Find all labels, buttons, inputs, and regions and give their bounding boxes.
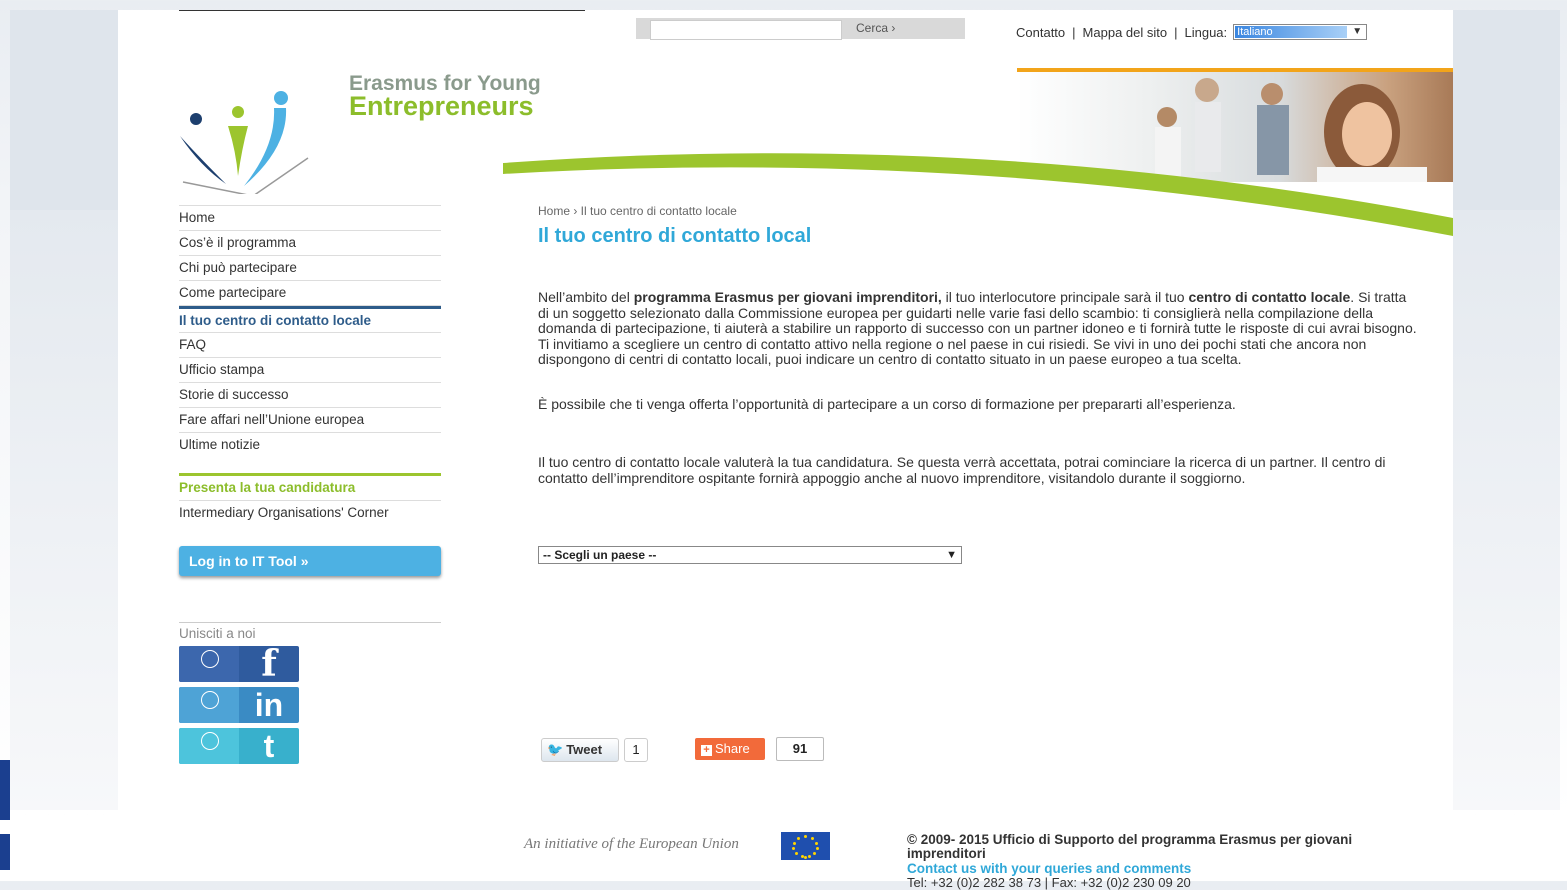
- nav-item-come-partecipare[interactable]: Come partecipare: [179, 281, 441, 306]
- login-it-tool-button[interactable]: Log in to IT Tool »: [179, 546, 441, 576]
- twitter-icon: t: [263, 728, 275, 764]
- twitter-bird-icon: 🐦: [547, 742, 564, 757]
- nav-item-faq[interactable]: FAQ: [179, 333, 441, 358]
- join-us-label: Unisciti a noi: [179, 622, 441, 641]
- share-count: 91: [776, 737, 824, 761]
- footer-contact-link[interactable]: Contact us with your queries and comment…: [907, 861, 1191, 876]
- breadcrumb[interactable]: Home › Il tuo centro di contatto locale: [538, 204, 737, 218]
- plus-icon: +: [701, 745, 712, 756]
- training-paragraph: È possibile che ti venga offerta l’oppor…: [538, 396, 1236, 412]
- edge-logo-fragment: [0, 760, 10, 870]
- chevron-down-icon: ▼: [1352, 26, 1363, 37]
- top-links: Contatto | Mappa del sito | Lingua: Italiano ▼: [1016, 21, 1368, 40]
- eye-logo-icon: [179, 646, 239, 682]
- eu-initiative-text: An initiative of the European Union: [524, 836, 739, 852]
- search-input[interactable]: [650, 20, 842, 40]
- nav-item-ufficio-stampa[interactable]: Ufficio stampa: [179, 358, 441, 383]
- linkedin-button[interactable]: in: [179, 687, 299, 723]
- evaluation-paragraph: Il tuo centro di contatto locale valuter…: [538, 454, 1386, 486]
- nav-item-storie[interactable]: Storie di successo: [179, 383, 441, 408]
- logo-figures-icon[interactable]: [178, 86, 318, 194]
- eye-logo-icon: [179, 687, 239, 723]
- contact-link[interactable]: Contatto: [1016, 25, 1065, 40]
- nav-item-notizie[interactable]: Ultime notizie: [179, 433, 441, 457]
- sitemap-link[interactable]: Mappa del sito: [1083, 25, 1168, 40]
- nav-item-chi-puo[interactable]: Chi può partecipare: [179, 256, 441, 281]
- search-bar: Cerca ›: [636, 18, 965, 40]
- intermediary-corner-link[interactable]: Intermediary Organisations' Corner: [179, 501, 441, 525]
- language-label: Lingua:: [1184, 25, 1228, 40]
- country-select[interactable]: -- Scegli un paese -- ▼: [538, 546, 962, 564]
- facebook-button[interactable]: f: [179, 646, 299, 682]
- tweet-count: 1: [624, 738, 648, 762]
- nav-item-home[interactable]: Home: [179, 205, 441, 231]
- share-button[interactable]: + Share: [695, 738, 765, 760]
- chevron-down-icon: ▼: [946, 549, 957, 561]
- page-title: Il tuo centro di contatto local: [538, 225, 812, 247]
- linkedin-icon: in: [254, 687, 284, 723]
- footer-copyright: © 2009- 2015 Ufficio di Supporto del pro…: [907, 832, 1353, 861]
- footer-tel: Tel: +32 (0)2 282 38 73 | Fax: +32 (0)2 …: [907, 875, 1191, 890]
- page: Cerca › Contatto | Mappa del sito | Lingua: I…: [118, 10, 1453, 890]
- main-content: Home › Il tuo centro di contatto locale …: [504, 166, 1453, 786]
- facebook-icon: f: [261, 646, 277, 682]
- nav-item-centro-contatto[interactable]: Il tuo centro di contatto locale: [179, 306, 441, 333]
- apply-link[interactable]: Presenta la tua candidatura: [179, 476, 441, 501]
- language-select[interactable]: Italiano ▼: [1233, 24, 1368, 40]
- tweet-button[interactable]: 🐦 Tweet: [541, 738, 619, 762]
- apply-section: Presenta la tua candidatura Intermediary…: [179, 473, 441, 525]
- search-button[interactable]: Cerca ›: [856, 21, 895, 35]
- nav-item-programma[interactable]: Cos’è il programma: [179, 231, 441, 256]
- intro-paragraph: Nell’ambito del programma Erasmus per gi…: [538, 289, 1417, 367]
- nav-item-fare-affari[interactable]: Fare affari nell’Unione europea: [179, 408, 441, 433]
- eu-flag-icon: [781, 832, 830, 860]
- sidebar-nav: Home Cos’è il programma Chi può partecip…: [179, 205, 441, 457]
- eye-logo-icon: [179, 728, 239, 764]
- twitter-button[interactable]: t: [179, 728, 299, 764]
